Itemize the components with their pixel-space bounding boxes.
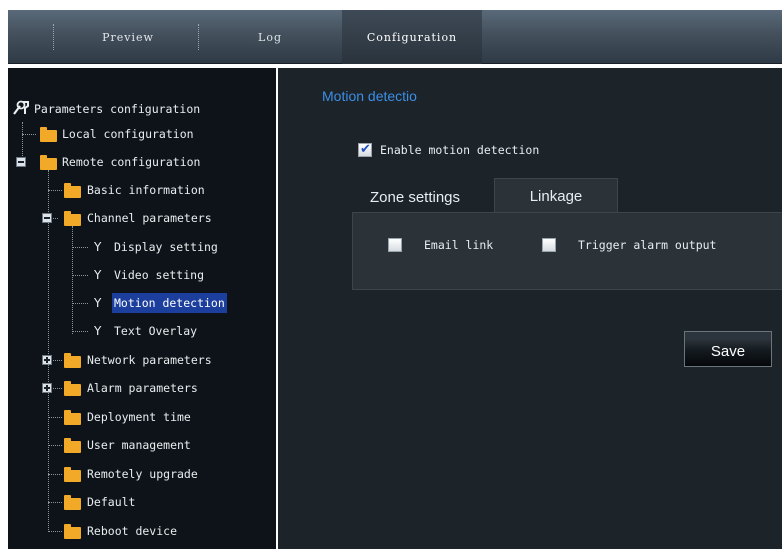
tree-connector — [48, 170, 49, 532]
tree-item-text-overlay[interactable]: Text Overlay — [112, 321, 199, 341]
tree-item-network-parameters[interactable]: Network parameters — [85, 350, 214, 370]
tree-connector — [48, 502, 62, 503]
expand-icon[interactable] — [42, 355, 52, 365]
nav-separator — [53, 24, 54, 50]
folder-icon — [64, 438, 81, 453]
wrench-icon: Y — [94, 268, 102, 282]
collapse-icon[interactable] — [16, 157, 26, 167]
folder-icon — [64, 353, 81, 368]
tree-item-reboot-device[interactable]: Reboot device — [85, 521, 179, 541]
tab-preview[interactable]: Preview — [58, 10, 198, 64]
email-link-checkbox[interactable] — [388, 238, 402, 252]
tree-connector — [22, 122, 23, 156]
email-link-label: Email link — [424, 238, 494, 252]
folder-icon — [64, 211, 81, 226]
collapse-icon[interactable] — [42, 213, 52, 223]
tree-connector — [72, 331, 88, 332]
folder-icon — [40, 127, 57, 142]
tree-item-alarm-parameters[interactable]: Alarm parameters — [85, 378, 200, 398]
tree-connector — [22, 134, 36, 135]
folder-icon — [64, 467, 81, 482]
tree-item-video-setting[interactable]: Video setting — [112, 265, 206, 285]
folder-icon — [64, 524, 81, 539]
tree-item-local-configuration[interactable]: Local configuration — [60, 124, 196, 144]
linkage-tab-panel — [352, 212, 782, 290]
tree-item-remote-configuration[interactable]: Remote configuration — [60, 152, 202, 172]
tab-linkage[interactable]: Linkage — [494, 178, 618, 212]
tree-item-remotely-upgrade[interactable]: Remotely upgrade — [85, 464, 200, 484]
tree-item-motion-detection[interactable]: Motion detection — [112, 293, 227, 313]
tree-connector — [48, 417, 62, 418]
tree-connector — [48, 474, 62, 475]
trigger-alarm-output-checkbox[interactable] — [542, 238, 556, 252]
tree-connector — [48, 445, 62, 446]
wrench-icon: Y — [94, 324, 102, 338]
tree-connector — [72, 226, 73, 334]
trigger-alarm-output-label: Trigger alarm output — [578, 238, 717, 252]
save-button[interactable]: Save — [684, 331, 772, 367]
wrench-icon: Y — [94, 240, 102, 254]
folder-icon — [64, 381, 81, 396]
tree-item-basic-information[interactable]: Basic information — [85, 180, 207, 200]
folder-icon — [64, 183, 81, 198]
settings-tools-icon — [13, 100, 29, 115]
expand-icon[interactable] — [42, 383, 52, 393]
top-nav-bar: Preview Log Configuration — [8, 10, 782, 64]
folder-icon — [64, 495, 81, 510]
folder-icon — [40, 155, 57, 170]
tree-root-parameters-configuration[interactable]: Parameters configuration — [32, 99, 202, 119]
tab-log[interactable]: Log — [200, 10, 340, 64]
page-title: Motion detectio — [322, 88, 417, 104]
tree-connector — [48, 531, 62, 532]
tree-item-display-setting[interactable]: Display setting — [112, 237, 220, 257]
enable-motion-detection-label: Enable motion detection — [380, 143, 540, 157]
tree-item-deployment-time[interactable]: Deployment time — [85, 407, 193, 427]
nav-separator — [198, 24, 199, 50]
tab-zone-settings[interactable]: Zone settings — [352, 180, 478, 212]
tree-connector — [72, 275, 88, 276]
tree-connector — [48, 190, 62, 191]
folder-icon — [64, 410, 81, 425]
enable-motion-detection-checkbox[interactable] — [358, 141, 372, 159]
tab-configuration[interactable]: Configuration — [342, 10, 482, 64]
tree-connector — [72, 303, 88, 304]
tree-connector — [72, 247, 88, 248]
wrench-icon: Y — [94, 296, 102, 310]
tree-item-user-management[interactable]: User management — [85, 435, 193, 455]
tree-item-default[interactable]: Default — [85, 492, 137, 512]
tree-item-channel-parameters[interactable]: Channel parameters — [85, 208, 214, 228]
